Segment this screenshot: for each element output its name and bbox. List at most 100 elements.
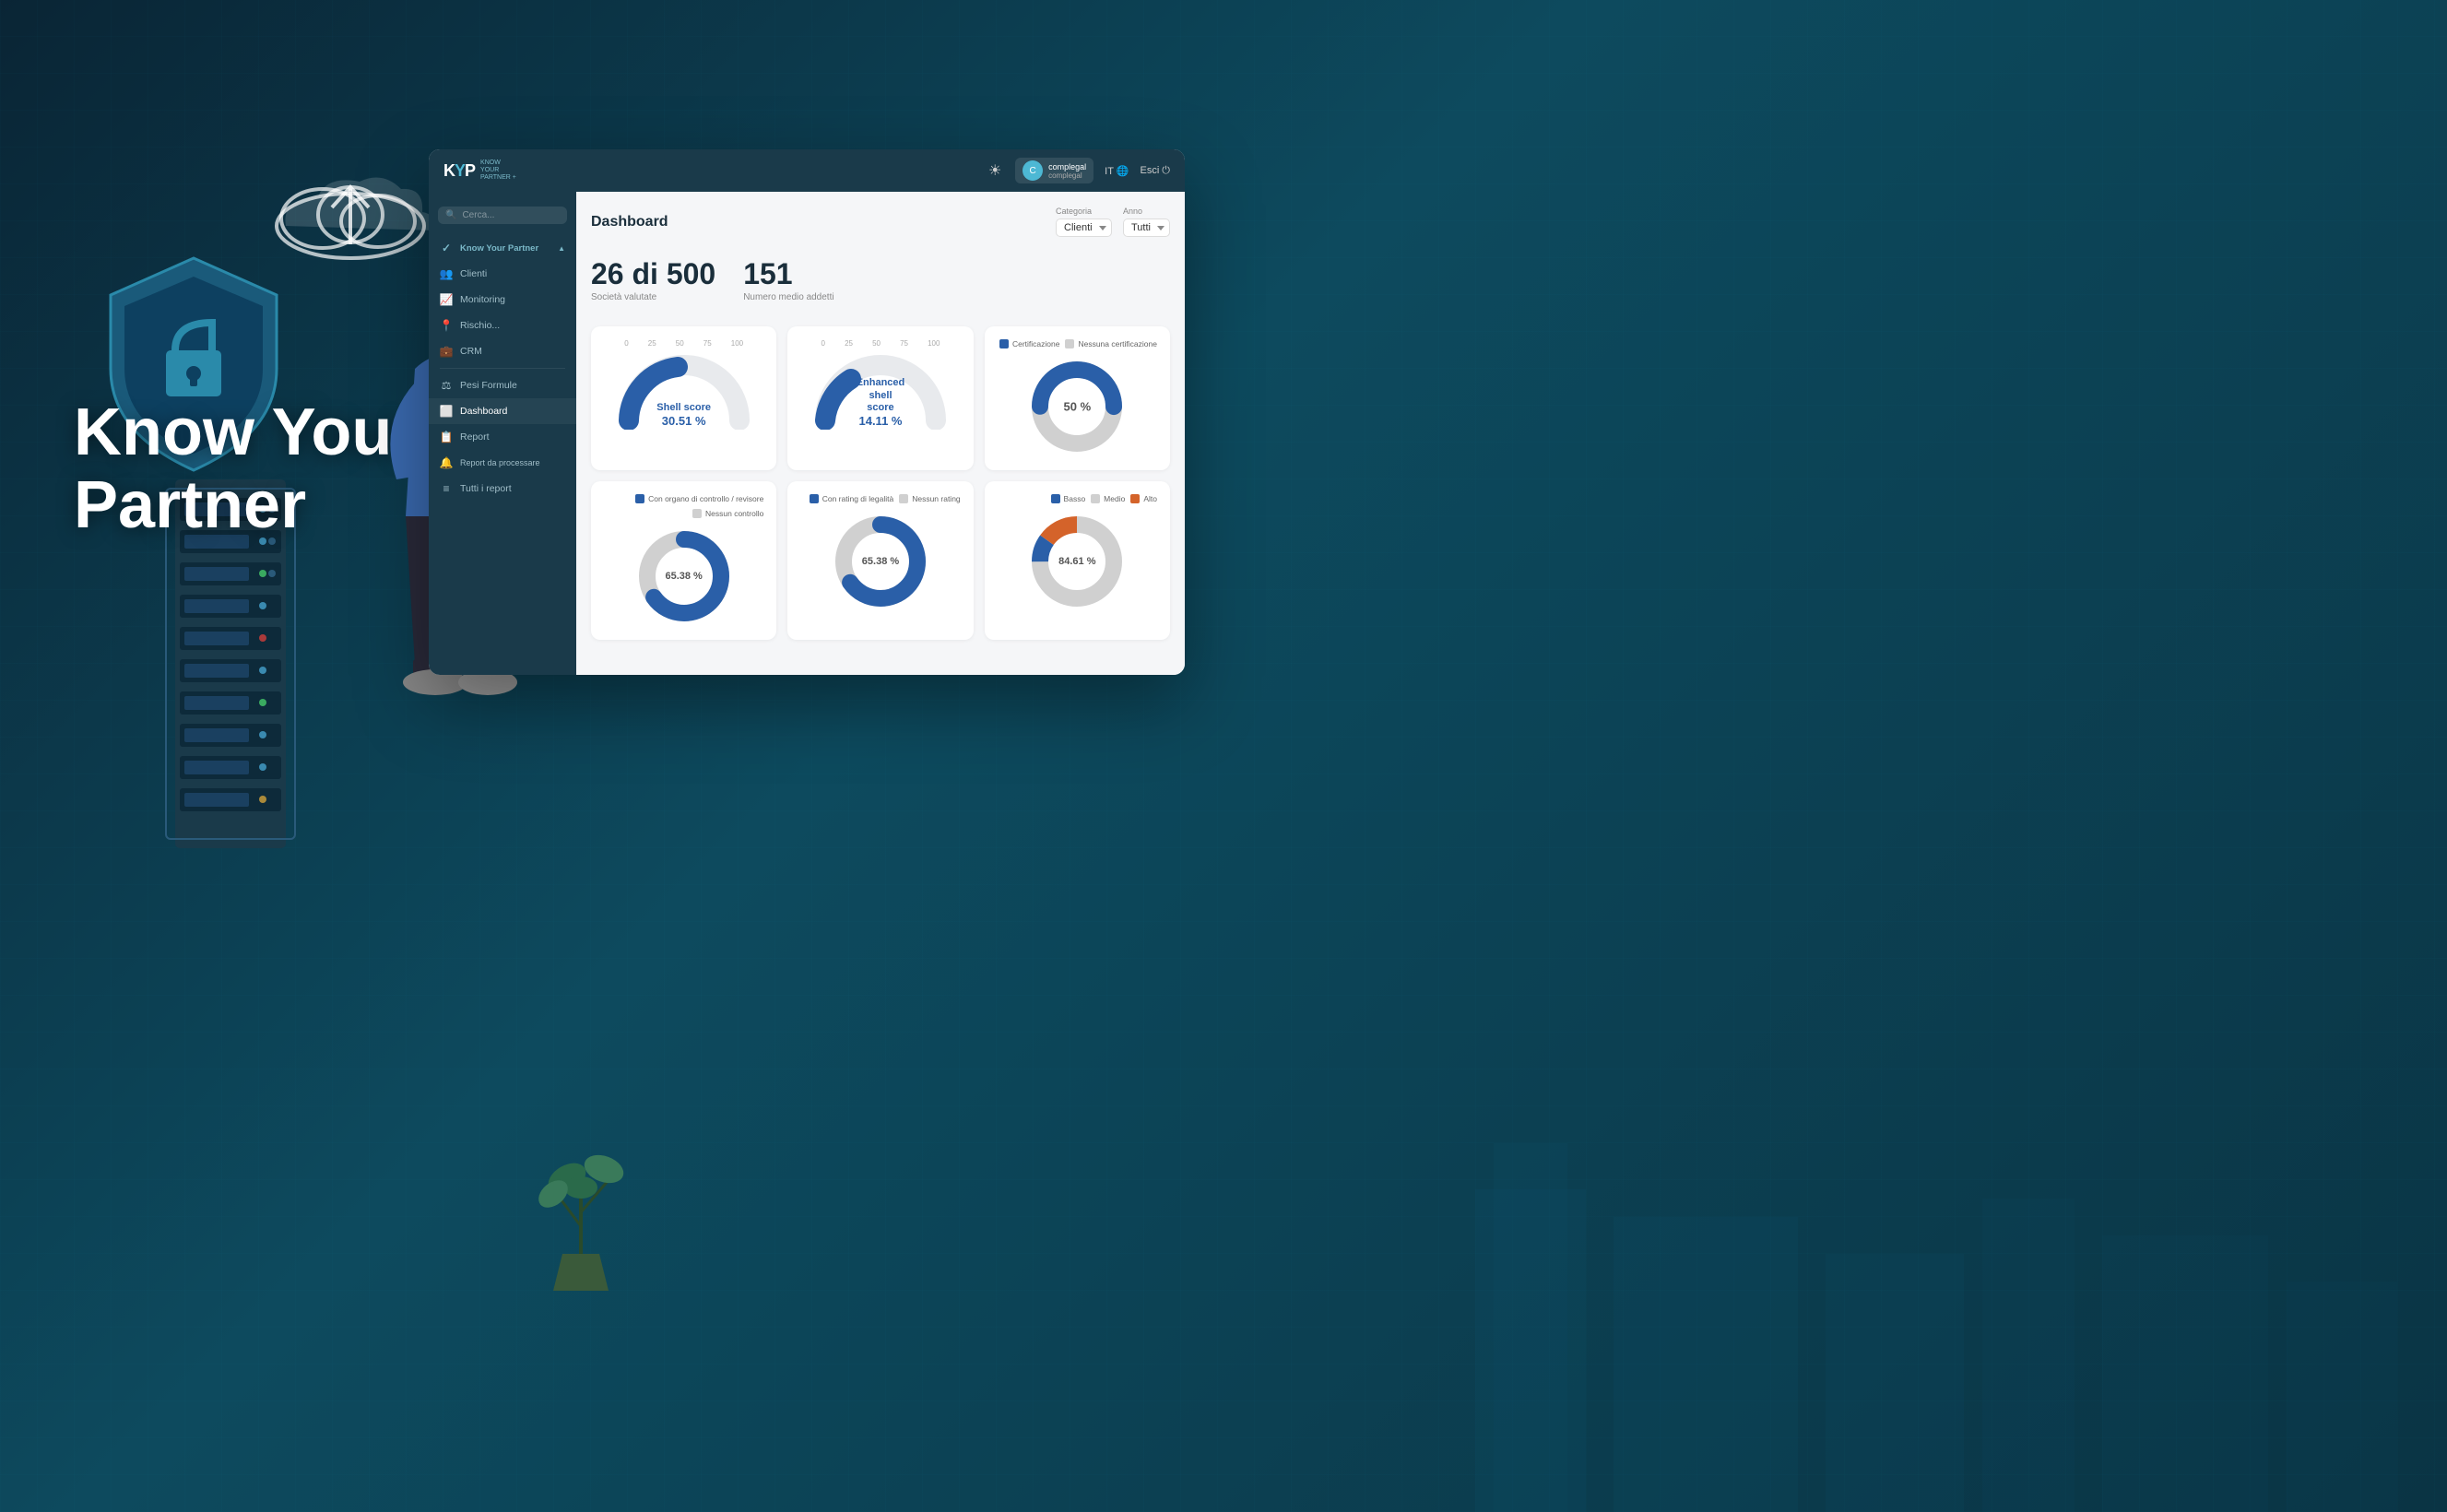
dashboard-header: Dashboard Categoria Clienti Anno Tutti: [591, 207, 1170, 237]
rating-legalita-chart: Con rating di legalità Nessun rating: [787, 481, 973, 640]
dashboard-nav-label: Dashboard: [460, 406, 507, 417]
shell-score-chart: 0255075100 Shell score 30.51 %: [591, 326, 776, 470]
sidebar: 🔍 ✓ Know Your Partner ▲ 👥 Clienti 📈 Moni…: [429, 192, 576, 675]
anno-label: Anno: [1123, 207, 1170, 216]
sidebar-item-report[interactable]: 📋 Report: [429, 424, 576, 450]
shell-score-label: Shell score: [656, 402, 711, 414]
organo-value: 65.38 %: [665, 571, 702, 582]
no-cert-dot: [1065, 339, 1074, 348]
chevron-icon: ▲: [558, 244, 565, 253]
anno-select[interactable]: Tutti: [1123, 219, 1170, 237]
organo-controllo-chart: Con organo di controllo / revisore Nessu…: [591, 481, 776, 640]
sidebar-divider-1: [440, 368, 565, 369]
logo-text: KYP: [443, 161, 475, 181]
legend-no-controllo: Nessun controllo: [692, 509, 763, 518]
sidebar-item-pesi-formule[interactable]: ⚖ Pesi Formule: [429, 372, 576, 398]
shell-score-value: 30.51 %: [656, 414, 711, 428]
no-cert-label: Nessuna certificazione: [1078, 339, 1157, 348]
no-controllo-label: Nessun controllo: [705, 509, 763, 518]
user-badge[interactable]: C complegal complegal: [1015, 158, 1093, 183]
sidebar-item-know-your-partner[interactable]: ✓ Know Your Partner ▲: [429, 235, 576, 261]
tutti-report-icon: ≡: [440, 482, 453, 495]
dashboard-icon: ⬜: [440, 405, 453, 418]
pesi-label: Pesi Formule: [460, 380, 517, 391]
kyp-icon: ✓: [440, 242, 453, 254]
report-icon: 📋: [440, 431, 453, 443]
clienti-label: Clienti: [460, 268, 487, 279]
stats-row: 26 di 500 Società valutate 151 Numero me…: [591, 250, 1170, 312]
rischio-legend: Basso Medio Alto: [998, 494, 1157, 503]
app-window: KYP KNOWYOURPARTNER + ☀ C complegal comp…: [429, 149, 1185, 675]
certificazione-legend: Certificazione Nessuna certificazione: [998, 339, 1157, 348]
plant-decoration: [526, 1143, 636, 1291]
stat-addetti: 151 Numero medio addetti: [743, 259, 833, 302]
sidebar-item-tutti-report[interactable]: ≡ Tutti i report: [429, 476, 576, 502]
buildings-illustration: [0, 1143, 2447, 1512]
theme-toggle[interactable]: ☀: [986, 161, 1004, 180]
legend-no-rating: Nessun rating: [899, 494, 960, 503]
language-button[interactable]: IT 🌐: [1105, 165, 1129, 177]
sidebar-item-clienti[interactable]: 👥 Clienti: [429, 261, 576, 287]
monitoring-icon: 📈: [440, 293, 453, 306]
medio-label: Medio: [1104, 494, 1125, 503]
rischio-icon: 📍: [440, 319, 453, 332]
enhanced-shell-label: Enhanced shellscore: [845, 377, 915, 414]
charts-row-1: 0255075100 Shell score 30.51 %: [591, 326, 1170, 470]
organo-legend: Con organo di controllo / revisore Nessu…: [604, 494, 763, 518]
user-name-display: complegal complegal: [1048, 162, 1086, 180]
filter-group: Categoria Clienti Anno Tutti: [1056, 207, 1170, 237]
legend-alto: Alto: [1130, 494, 1157, 503]
enhanced-shell-score-chart: 0255075100 Enhanced shellscore 14.11 %: [787, 326, 973, 470]
certificazione-chart: Certificazione Nessuna certificazione: [985, 326, 1170, 470]
stat-addetti-value: 151: [743, 259, 833, 289]
globe-icon: 🌐: [1117, 166, 1129, 177]
app-body: 🔍 ✓ Know Your Partner ▲ 👥 Clienti 📈 Moni…: [429, 192, 1185, 675]
legend-organo: Con organo di controllo / revisore: [635, 494, 763, 503]
app-logo: KYP KNOWYOURPARTNER +: [443, 159, 516, 181]
stat-societa: 26 di 500 Società valutate: [591, 259, 715, 302]
app-header: KYP KNOWYOURPARTNER + ☀ C complegal comp…: [429, 149, 1185, 192]
tutti-report-label: Tutti i report: [460, 483, 512, 494]
crm-label: CRM: [460, 346, 482, 357]
user-avatar: C: [1023, 160, 1043, 181]
report-proc-label: Report da processare: [460, 458, 540, 467]
kyp-label: Know Your Partner: [460, 243, 538, 254]
sidebar-item-crm[interactable]: 💼 CRM: [429, 338, 576, 364]
cert-value: 50 %: [1063, 400, 1091, 414]
logo-subtitle: KNOWYOURPARTNER +: [480, 159, 516, 181]
rating-value: 65.38 %: [862, 556, 899, 567]
rating-legend: Con rating di legalità Nessun rating: [800, 494, 960, 503]
anno-filter: Anno Tutti: [1123, 207, 1170, 237]
search-box[interactable]: 🔍: [438, 207, 567, 224]
charts-row-2: Con organo di controllo / revisore Nessu…: [591, 481, 1170, 640]
sidebar-item-rischio[interactable]: 📍 Rischio...: [429, 313, 576, 338]
header-actions: ☀ C complegal complegal IT 🌐 Esci ⏻: [986, 158, 1170, 183]
clienti-icon: 👥: [440, 267, 453, 280]
categoria-select[interactable]: Clienti: [1056, 219, 1112, 237]
legend-basso: Basso: [1051, 494, 1086, 503]
categoria-filter: Categoria Clienti: [1056, 207, 1112, 237]
legend-cert: Certificazione: [999, 339, 1060, 348]
search-icon: 🔍: [445, 210, 456, 220]
cert-label: Certificazione: [1012, 339, 1060, 348]
categoria-label: Categoria: [1056, 207, 1112, 216]
sidebar-item-monitoring[interactable]: 📈 Monitoring: [429, 287, 576, 313]
rischio-chart: Basso Medio Alto: [985, 481, 1170, 640]
crm-icon: 💼: [440, 345, 453, 358]
search-input[interactable]: [462, 210, 560, 220]
rating-label: Con rating di legalità: [822, 494, 894, 503]
rischio-label: Rischio...: [460, 320, 500, 331]
main-content: Dashboard Categoria Clienti Anno Tutti: [576, 192, 1185, 675]
rischio-value: 84.61 %: [1058, 556, 1095, 567]
legend-no-cert: Nessuna certificazione: [1065, 339, 1157, 348]
sidebar-item-report-processare[interactable]: 🔔 Report da processare: [429, 450, 576, 476]
exit-button[interactable]: Esci ⏻: [1141, 165, 1170, 177]
legend-rating: Con rating di legalità: [810, 494, 894, 503]
stat-addetti-label: Numero medio addetti: [743, 292, 833, 302]
dashboard-title: Dashboard: [591, 214, 1041, 230]
report-proc-icon: 🔔: [440, 456, 453, 469]
hero-title-line2: Partner: [74, 468, 306, 542]
sidebar-item-dashboard[interactable]: ⬜ Dashboard: [429, 398, 576, 424]
stat-societa-label: Società valutate: [591, 292, 715, 302]
basso-label: Basso: [1064, 494, 1086, 503]
